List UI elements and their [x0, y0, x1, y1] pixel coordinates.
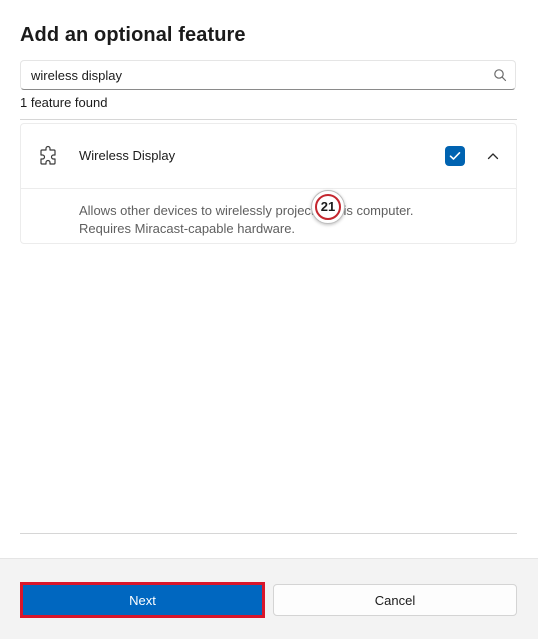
- feature-header[interactable]: Wireless Display: [21, 124, 516, 189]
- feature-description-line1: Allows other devices to wirelessly proje…: [79, 203, 414, 218]
- cancel-button[interactable]: Cancel: [273, 584, 517, 616]
- checkmark-icon: [449, 152, 461, 160]
- feature-description-line2: Requires Miracast-capable hardware.: [79, 221, 296, 236]
- search-icon[interactable]: [493, 68, 507, 82]
- feature-checkbox[interactable]: [445, 146, 465, 166]
- add-optional-feature-dialog: Add an optional feature 1 feature found …: [0, 0, 538, 639]
- feature-name: Wireless Display: [79, 148, 176, 163]
- next-button[interactable]: Next: [20, 582, 265, 618]
- results-count: 1 feature found: [20, 95, 108, 110]
- step-marker: 21: [311, 190, 345, 224]
- feature-card-wireless-display: Wireless Display Allows other devices to…: [20, 123, 517, 244]
- puzzle-icon: [40, 145, 56, 165]
- search-box[interactable]: [20, 60, 516, 90]
- dialog-footer: Next Cancel: [0, 558, 538, 639]
- divider: [20, 119, 517, 120]
- step-number: 21: [315, 194, 341, 220]
- dialog-title: Add an optional feature: [20, 24, 246, 46]
- divider: [20, 533, 517, 534]
- chevron-up-icon[interactable]: [486, 149, 500, 163]
- feature-description: Allows other devices to wirelessly proje…: [79, 202, 479, 238]
- search-input[interactable]: [31, 61, 481, 89]
